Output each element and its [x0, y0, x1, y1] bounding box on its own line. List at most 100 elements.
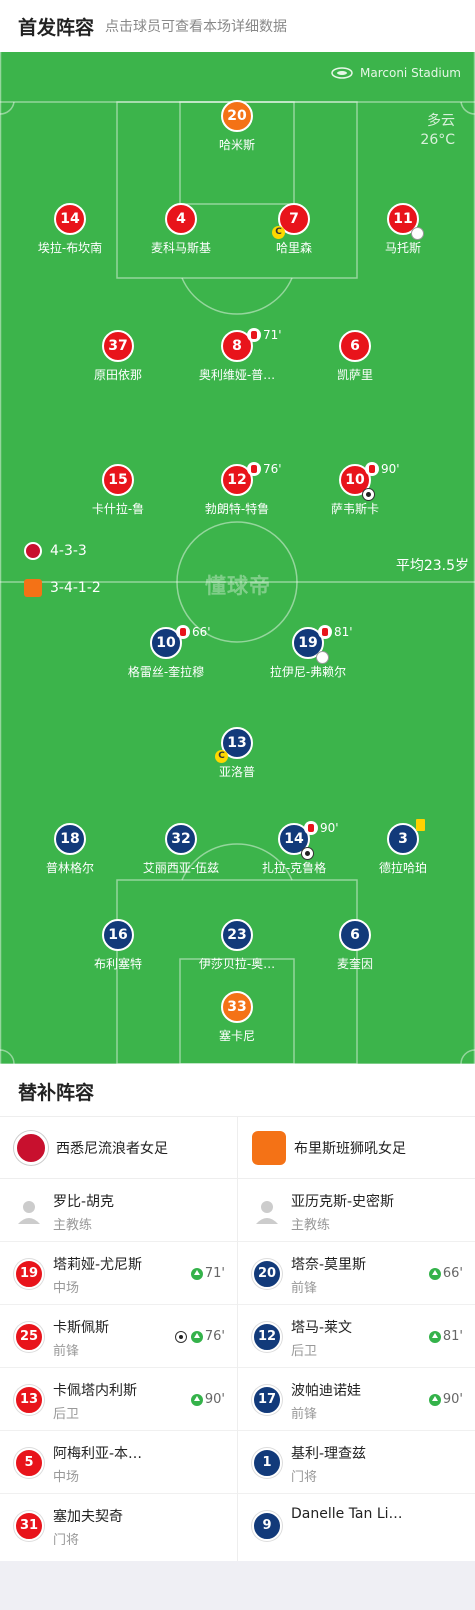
sub-row[interactable]: 1 基利-理查兹 门将: [238, 1431, 475, 1494]
player-number: 16: [102, 919, 134, 951]
sub-position: 前锋: [291, 1281, 318, 1296]
away-team-name: 布里斯班狮吼女足: [294, 1140, 406, 1157]
player-number: 10: [156, 635, 176, 651]
coach-name: 罗比-胡克: [53, 1194, 115, 1210]
sub-position: 后卫: [291, 1344, 318, 1359]
sub-row[interactable]: 20 塔奈-莫里斯 前锋 66': [238, 1242, 475, 1305]
player-away-16[interactable]: 16 布利塞特: [63, 919, 173, 972]
sub-time: 90': [320, 821, 339, 835]
sub-name: 阿梅利亚-本…: [53, 1446, 143, 1462]
player-away-18[interactable]: 18 普林格尔: [15, 823, 125, 876]
sub-row[interactable]: 12 塔马-莱文 后卫 81': [238, 1305, 475, 1368]
player-name: 麦奎因: [336, 957, 373, 971]
sub-in-icon: [190, 1267, 203, 1280]
sub-number: 25: [14, 1322, 44, 1352]
sub-out-icon: [365, 462, 379, 476]
player-number: 6: [339, 330, 371, 362]
page-subtitle: 点击球员可查看本场详细数据: [105, 19, 287, 35]
player-away-6[interactable]: 6 麦奎因: [300, 919, 410, 972]
player-away-32[interactable]: 32 艾丽西亚-伍兹: [126, 823, 236, 876]
player-home-15[interactable]: 15 卡什拉-鲁: [63, 464, 173, 517]
player-home-20[interactable]: 20 哈米斯: [182, 100, 292, 153]
player-name: 格雷丝-奎拉穆: [127, 665, 205, 679]
player-home-6[interactable]: 6 凯萨里: [300, 330, 410, 383]
stadium-icon: [331, 67, 353, 79]
pitch: Marconi Stadium 多云 26°C 懂球帝 4-3-3 平均23.5…: [0, 52, 475, 1064]
substitutes-title: 替补阵容: [18, 1082, 95, 1104]
coach-role: 主教练: [291, 1218, 331, 1233]
goal-icon: [301, 847, 314, 860]
sub-position: 中场: [53, 1281, 80, 1296]
sub-position: 门将: [53, 1533, 80, 1548]
player-home-11[interactable]: 11 马托斯: [348, 203, 458, 256]
player-name: 埃拉-布坎南: [37, 241, 103, 255]
player-home-4[interactable]: 4 麦科马斯基: [126, 203, 236, 256]
sub-name: 塔马-莱文: [291, 1320, 353, 1336]
player-name: 哈里森: [275, 241, 312, 255]
yellow-card-icon: [416, 819, 425, 831]
player-away-14[interactable]: 14 90' 扎拉-克鲁格: [239, 821, 349, 876]
player-number: 19: [298, 635, 318, 651]
player-away-33[interactable]: 33 塞卡尼: [182, 991, 292, 1044]
player-name: 塞卡尼: [218, 1029, 255, 1043]
sub-in-time: 90': [442, 1392, 463, 1407]
stadium-name: Marconi Stadium: [360, 66, 461, 80]
player-home-7[interactable]: 7C 哈里森: [239, 203, 349, 256]
sub-row[interactable]: 17 波帕迪诺娃 前锋 90': [238, 1368, 475, 1431]
sub-row[interactable]: 5 阿梅利亚-本… 中场: [0, 1431, 237, 1494]
player-number: 33: [221, 991, 253, 1023]
player-name: 凯萨里: [336, 368, 373, 382]
player-name: 伊莎贝拉-奥…: [198, 957, 276, 971]
player-number: 6: [339, 919, 371, 951]
player-home-14[interactable]: 14 埃拉-布坎南: [15, 203, 125, 256]
coach-avatar-icon: [18, 1201, 40, 1224]
player-name: 扎拉-克鲁格: [261, 861, 327, 875]
player-away-3[interactable]: 3 德拉哈珀: [348, 819, 458, 876]
player-number: 20: [221, 100, 253, 132]
sub-number: 12: [252, 1322, 282, 1352]
away-formation: 3-4-1-2: [24, 578, 101, 598]
player-number: 3: [398, 831, 408, 847]
coach-avatar-icon: [256, 1201, 278, 1224]
weather-condition: 多云: [427, 113, 455, 129]
sub-row[interactable]: 19 塔莉娅-尤尼斯 中场 71': [0, 1242, 237, 1305]
sub-row[interactable]: 13 卡佩塔内利斯 后卫 90': [0, 1368, 237, 1431]
sub-name: 塞加夫契奇: [53, 1509, 123, 1525]
home-formation: 4-3-3: [24, 541, 87, 561]
sub-time: 76': [263, 462, 282, 476]
player-number: 15: [102, 464, 134, 496]
sub-row[interactable]: 9 Danelle Tan Li…: [238, 1494, 475, 1557]
away-team-header[interactable]: 布里斯班狮吼女足: [238, 1117, 475, 1179]
home-subs-column: 西悉尼流浪者女足 罗比-胡克 主教练 19 塔莉娅-尤尼斯 中场 71' 25 …: [0, 1117, 237, 1557]
weather: 多云 26°C: [420, 112, 455, 150]
away-coach[interactable]: 亚历克斯-史密斯 主教练: [238, 1179, 475, 1242]
sub-name: 波帕迪诺娃: [291, 1383, 361, 1399]
player-home-37[interactable]: 37 原田依那: [63, 330, 173, 383]
player-away-10[interactable]: 10 66' 格雷丝-奎拉穆: [111, 625, 221, 680]
sub-in-icon: [428, 1267, 441, 1280]
home-team-header[interactable]: 西悉尼流浪者女足: [0, 1117, 237, 1179]
lineup-header: 首发阵容 点击球员可查看本场详细数据: [0, 0, 475, 52]
sub-name: 卡佩塔内利斯: [53, 1383, 137, 1399]
player-away-23[interactable]: 23 伊莎贝拉-奥…: [182, 919, 292, 972]
sub-number: 19: [14, 1259, 44, 1289]
sub-row[interactable]: 25 卡斯佩斯 前锋 76': [0, 1305, 237, 1368]
captain-icon: C: [215, 750, 228, 763]
away-team-badge-icon: [24, 579, 42, 597]
player-name: 马托斯: [384, 241, 421, 255]
player-away-19[interactable]: 19 81' 拉伊尼-弗赖尔: [253, 625, 363, 680]
player-away-13[interactable]: 13 C 亚洛普: [182, 727, 292, 780]
player-name: 哈米斯: [218, 138, 255, 152]
player-home-8[interactable]: 8 71' 奥利维娅-普…: [182, 328, 292, 383]
sub-out-icon: [247, 328, 261, 342]
sub-row[interactable]: 31 塞加夫契奇 门将: [0, 1494, 237, 1557]
player-home-12[interactable]: 12 76' 勃朗特-特鲁: [182, 462, 292, 517]
home-coach[interactable]: 罗比-胡克 主教练: [0, 1179, 237, 1242]
sub-number: 5: [14, 1448, 44, 1478]
player-home-10[interactable]: 10 90' 萨韦斯卡: [300, 462, 410, 517]
player-name: 卡什拉-鲁: [91, 502, 145, 516]
injury-icon: [411, 227, 424, 240]
sub-position: 门将: [291, 1470, 318, 1485]
player-name: 艾丽西亚-伍兹: [142, 861, 220, 875]
player-number: 14: [54, 203, 86, 235]
